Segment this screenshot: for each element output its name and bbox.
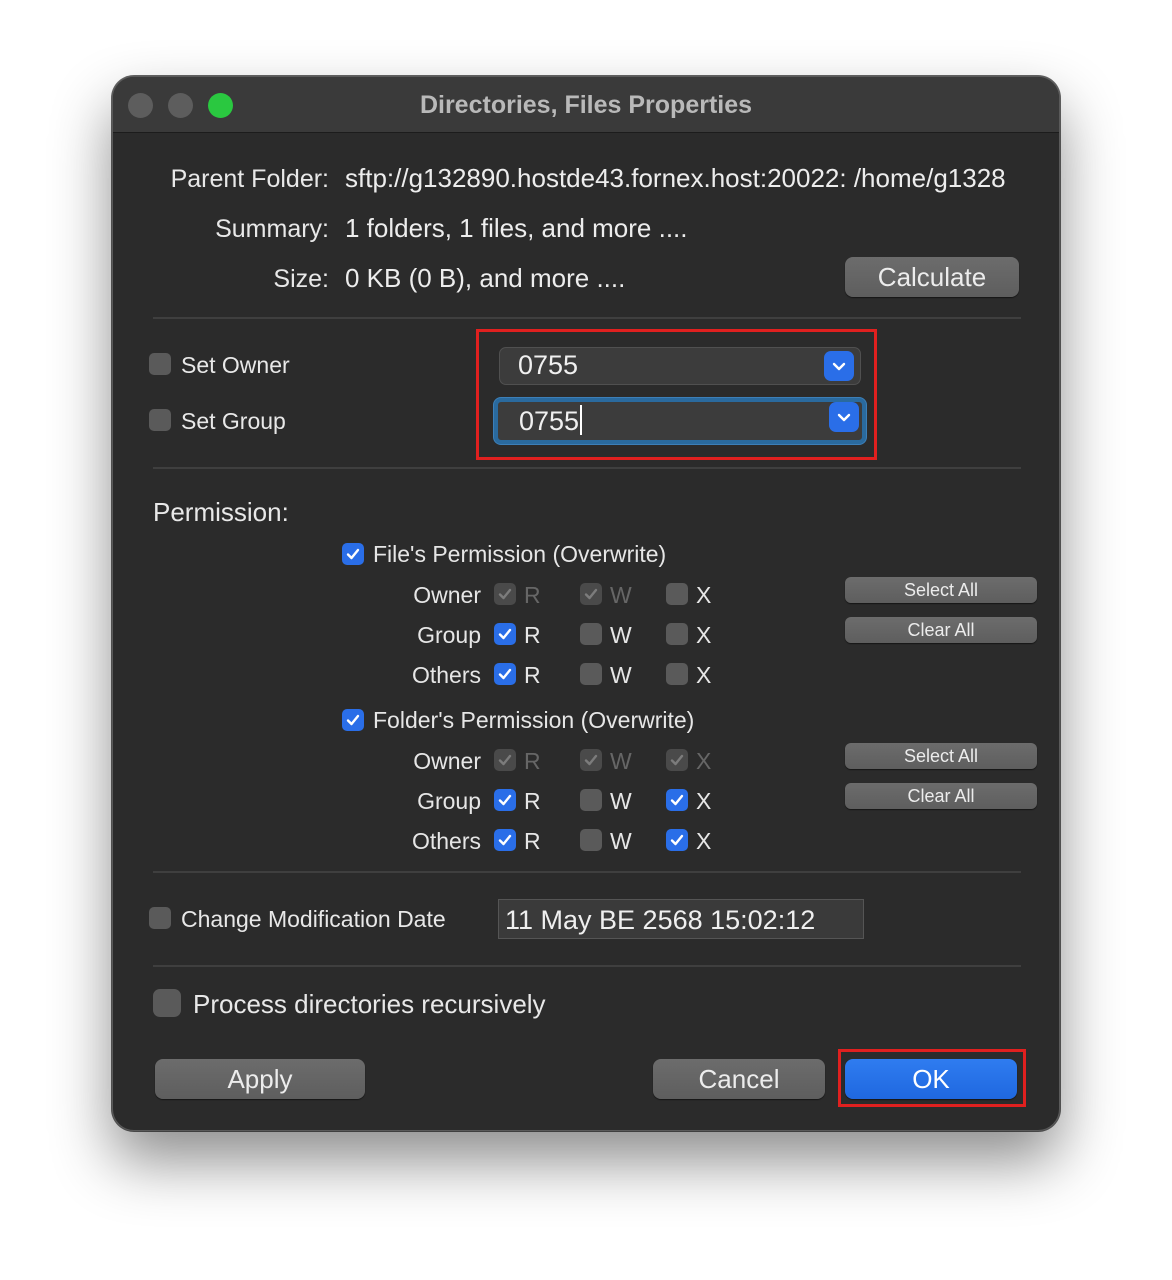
folders-group-r-label: R bbox=[524, 788, 541, 814]
separator bbox=[153, 317, 1021, 319]
permission-title: Permission: bbox=[153, 497, 289, 527]
parent-folder-label: Parent Folder: bbox=[170, 165, 329, 193]
folders-owner-w-checkbox bbox=[580, 749, 602, 771]
folders-group-w-label: W bbox=[610, 788, 632, 814]
size-value: 0 KB (0 B), and more .... bbox=[345, 263, 626, 293]
folders-owner-r-label: R bbox=[524, 748, 541, 774]
window-title: Directories, Files Properties bbox=[419, 91, 753, 119]
folders-owner-r-checkbox bbox=[494, 749, 516, 771]
highlight-box bbox=[476, 329, 877, 460]
folders-group-w-checkbox[interactable] bbox=[580, 789, 602, 811]
files-clear-all-button[interactable]: Clear All bbox=[845, 617, 1037, 643]
folders-select-all-button[interactable]: Select All bbox=[845, 743, 1037, 769]
folders-others-r-checkbox[interactable] bbox=[494, 829, 516, 851]
folders-others-w-checkbox[interactable] bbox=[580, 829, 602, 851]
process-recursively-checkbox[interactable] bbox=[153, 989, 181, 1017]
files-owner-x-checkbox[interactable] bbox=[666, 583, 688, 605]
modification-date-value: 11 May BE 2568 15:02:12 bbox=[505, 905, 816, 935]
parent-folder-value: sftp://g132890.hostde43.fornex.host:2002… bbox=[345, 163, 1006, 193]
folders-permission-checkbox[interactable] bbox=[342, 709, 364, 731]
folders-others-r-label: R bbox=[524, 828, 541, 854]
files-group-x-checkbox[interactable] bbox=[666, 623, 688, 645]
files-group-r-label: R bbox=[524, 622, 541, 648]
files-group-w-checkbox[interactable] bbox=[580, 623, 602, 645]
files-owner-r-label: R bbox=[524, 582, 541, 608]
files-others-w-label: W bbox=[610, 662, 632, 688]
change-modification-date-checkbox[interactable] bbox=[149, 907, 171, 929]
apply-button[interactable]: Apply bbox=[155, 1059, 365, 1099]
folders-others-label: Others bbox=[411, 828, 481, 854]
files-owner-w-checkbox bbox=[580, 583, 602, 605]
files-owner-label: Owner bbox=[413, 582, 481, 608]
summary-label: Summary: bbox=[215, 215, 329, 243]
folders-others-x-checkbox[interactable] bbox=[666, 829, 688, 851]
set-owner-checkbox[interactable] bbox=[149, 353, 171, 375]
folders-others-w-label: W bbox=[610, 828, 632, 854]
set-owner-label: Set Owner bbox=[181, 352, 290, 378]
files-permission-label: File's Permission (Overwrite) bbox=[373, 541, 667, 567]
files-group-label: Group bbox=[417, 622, 481, 648]
separator bbox=[153, 467, 1021, 469]
process-recursively-label: Process directories recursively bbox=[193, 989, 546, 1019]
set-group-label: Set Group bbox=[181, 408, 286, 434]
files-others-x-checkbox[interactable] bbox=[666, 663, 688, 685]
folders-owner-x-label: X bbox=[696, 748, 712, 774]
folders-owner-w-label: W bbox=[610, 748, 632, 774]
change-modification-date-label: Change Modification Date bbox=[181, 906, 446, 932]
cancel-button[interactable]: Cancel bbox=[653, 1059, 825, 1099]
files-others-w-checkbox[interactable] bbox=[580, 663, 602, 685]
calculate-button[interactable]: Calculate bbox=[845, 257, 1019, 297]
files-owner-x-label: X bbox=[696, 582, 712, 608]
files-owner-r-checkbox bbox=[494, 583, 516, 605]
files-select-all-button[interactable]: Select All bbox=[845, 577, 1037, 603]
files-others-x-label: X bbox=[696, 662, 712, 688]
properties-dialog: Directories, Files Properties Parent Fol… bbox=[112, 76, 1060, 1131]
summary-value: 1 folders, 1 files, and more .... bbox=[345, 213, 688, 243]
files-others-r-checkbox[interactable] bbox=[494, 663, 516, 685]
folders-owner-label: Owner bbox=[413, 748, 481, 774]
title-bar: Directories, Files Properties bbox=[113, 77, 1059, 133]
files-group-r-checkbox[interactable] bbox=[494, 623, 516, 645]
files-owner-w-label: W bbox=[610, 582, 632, 608]
files-group-w-label: W bbox=[610, 622, 632, 648]
folders-group-r-checkbox[interactable] bbox=[494, 789, 516, 811]
folders-group-x-label: X bbox=[696, 788, 712, 814]
folders-clear-all-button[interactable]: Clear All bbox=[845, 783, 1037, 809]
folders-group-label: Group bbox=[417, 788, 481, 814]
set-group-checkbox[interactable] bbox=[149, 409, 171, 431]
files-others-label: Others bbox=[411, 662, 481, 688]
separator bbox=[153, 871, 1021, 873]
files-permission-checkbox[interactable] bbox=[342, 543, 364, 565]
size-label: Size: bbox=[273, 265, 329, 293]
files-group-x-label: X bbox=[696, 622, 712, 648]
folders-group-x-checkbox[interactable] bbox=[666, 789, 688, 811]
files-others-r-label: R bbox=[524, 662, 541, 688]
folders-owner-x-checkbox bbox=[666, 749, 688, 771]
separator bbox=[153, 965, 1021, 967]
folders-permission-label: Folder's Permission (Overwrite) bbox=[373, 707, 695, 733]
highlight-box bbox=[838, 1049, 1026, 1107]
folders-others-x-label: X bbox=[696, 828, 712, 854]
modification-date-field[interactable]: 11 May BE 2568 15:02:12 bbox=[498, 899, 864, 939]
